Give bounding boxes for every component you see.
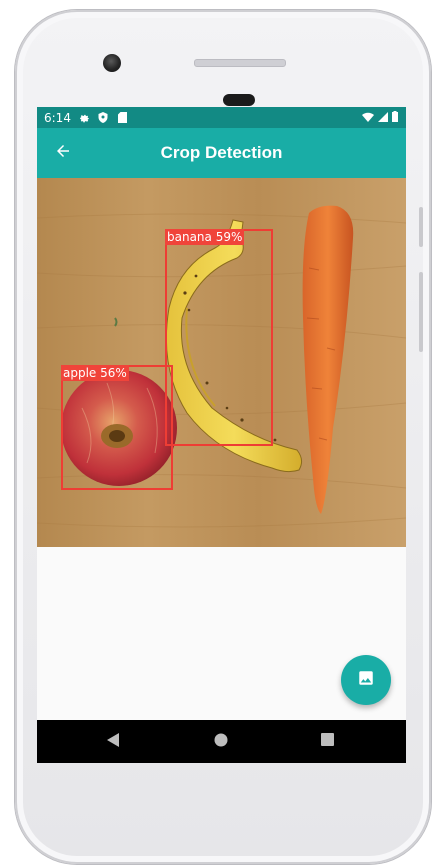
system-nav-bar [37,720,406,763]
nav-home-button[interactable] [210,731,232,753]
nav-recents-button[interactable] [316,731,338,753]
shield-icon [98,112,109,123]
status-bar: 6:14 [37,107,406,128]
detection-image: banana 59% apple 56% [37,178,406,547]
recents-square-icon [320,733,334,751]
nav-back-button[interactable] [103,731,125,753]
app-bar: Crop Detection [37,128,406,178]
image-icon [357,669,375,692]
back-triangle-icon [107,732,121,752]
power-button [419,207,423,247]
earpiece-speaker [194,59,286,67]
volume-button [419,272,423,352]
detection-box-banana [165,229,273,446]
settings-icon [79,112,90,123]
detection-box-apple [61,365,173,490]
sensor-slot [223,94,255,106]
signal-icon [378,111,388,125]
wifi-icon [362,111,374,125]
home-circle-icon [214,733,228,752]
detection-label-apple: apple 56% [61,365,129,381]
front-camera [103,54,121,72]
page-title: Crop Detection [160,143,283,162]
detection-label-banana: banana 59% [165,229,245,245]
sd-card-icon [117,112,128,123]
status-time: 6:14 [44,110,71,125]
battery-icon [392,110,398,125]
screen: 6:14 Crop Detection banana 59% apple 56% [37,107,406,763]
pick-image-button[interactable] [341,655,391,705]
